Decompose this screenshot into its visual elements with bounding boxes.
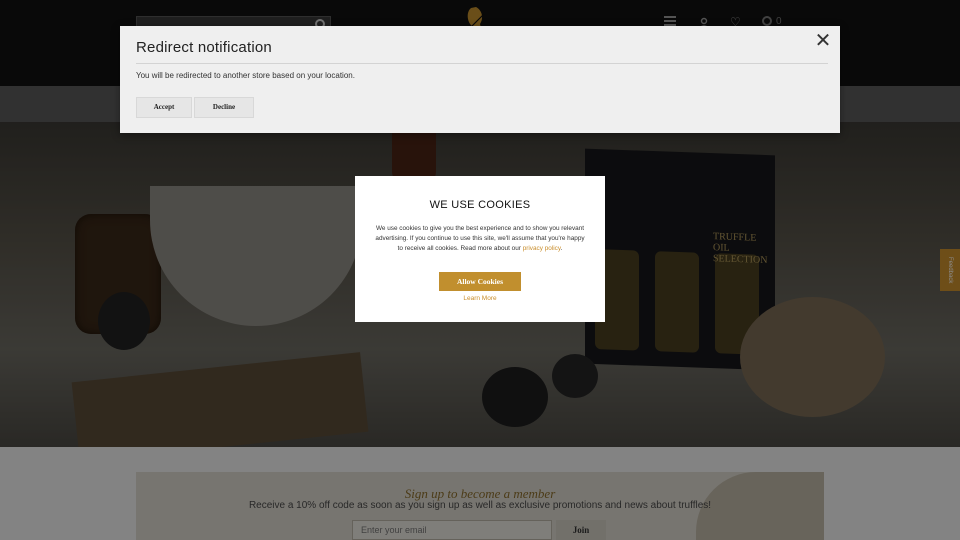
redirect-title: Redirect notification: [136, 39, 272, 56]
privacy-policy-link[interactable]: privacy policy: [523, 245, 561, 252]
redirect-dialog: Redirect notification ✕ You will be redi…: [120, 26, 840, 133]
allow-cookies-button[interactable]: Allow Cookies: [439, 272, 521, 291]
decline-button[interactable]: Decline: [194, 97, 254, 118]
cookie-title: WE USE COOKIES: [429, 199, 531, 211]
accept-button[interactable]: Accept: [136, 97, 192, 118]
redirect-message: You will be redirected to another store …: [136, 71, 355, 80]
cookie-message: We use cookies to give you the best expe…: [375, 225, 585, 252]
cookie-dialog: WE USE COOKIES We use cookies to give yo…: [355, 176, 605, 322]
close-icon[interactable]: ✕: [813, 30, 833, 52]
divider: [136, 63, 828, 64]
learn-more-link[interactable]: Learn More: [355, 295, 605, 302]
